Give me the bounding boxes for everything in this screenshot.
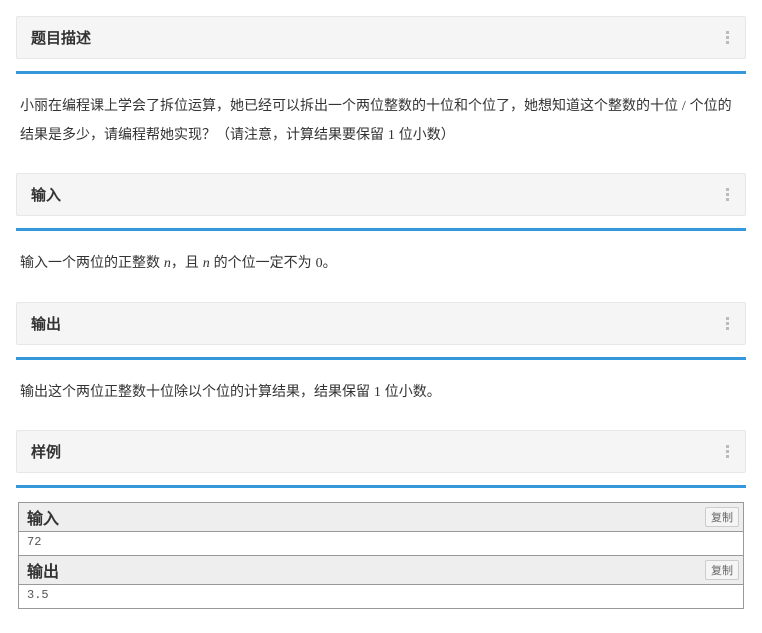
- panel-header-example: 样例: [16, 430, 746, 473]
- text: 位小数。: [381, 383, 441, 399]
- example-output-label: 输出: [27, 558, 59, 582]
- example-block: 输入 复制 72 输出 复制 3.5: [18, 502, 744, 609]
- description-body: 小丽在编程课上学会了拆位运算，她已经可以拆出一个两位整数的十位和个位了，她想知道…: [16, 88, 746, 167]
- panel-description: 题目描述 小丽在编程课上学会了拆位运算，她已经可以拆出一个两位整数的十位和个位了…: [16, 16, 746, 167]
- panel-output: 输出 输出这个两位正整数十位除以个位的计算结果，结果保留 1 位小数。: [16, 302, 746, 425]
- more-icon[interactable]: [724, 29, 731, 46]
- more-icon[interactable]: [724, 315, 731, 332]
- section-title-example: 样例: [31, 441, 61, 462]
- example-input-label: 输入: [27, 505, 59, 529]
- example-output-header: 输出 复制: [19, 555, 743, 585]
- text: 位小数）: [395, 126, 455, 142]
- section-title-description: 题目描述: [31, 27, 91, 48]
- more-icon[interactable]: [724, 186, 731, 203]
- copy-button[interactable]: 复制: [705, 507, 739, 527]
- output-body: 输出这个两位正整数十位除以个位的计算结果，结果保留 1 位小数。: [16, 374, 746, 425]
- divider: [16, 228, 746, 231]
- math-zero: 0: [316, 256, 323, 271]
- input-body: 输入一个两位的正整数 n，且 n 的个位一定不为 0。: [16, 245, 746, 296]
- section-title-input: 输入: [31, 184, 61, 205]
- copy-button[interactable]: 复制: [705, 560, 739, 580]
- panel-header-description: 题目描述: [16, 16, 746, 59]
- text: 的个位一定不为: [210, 254, 316, 270]
- divider: [16, 357, 746, 360]
- more-icon[interactable]: [724, 443, 731, 460]
- math-one: 1: [374, 385, 381, 400]
- text: 小丽在编程课上学会了拆位运算，她已经可以拆出一个两位整数的十位和个位了，她想知道…: [20, 97, 682, 113]
- example-input-value: 72: [19, 532, 743, 555]
- text: 。: [323, 254, 337, 270]
- example-input-header: 输入 复制: [19, 503, 743, 532]
- text: ，且: [171, 254, 203, 270]
- divider: [16, 71, 746, 74]
- panel-header-output: 输出: [16, 302, 746, 345]
- text: 输出这个两位正整数十位除以个位的计算结果，结果保留: [20, 383, 374, 399]
- math-n: n: [203, 256, 210, 271]
- divider: [16, 485, 746, 488]
- section-title-output: 输出: [31, 313, 61, 334]
- text: 输入一个两位的正整数: [20, 254, 164, 270]
- panel-example: 样例 输入 复制 72 输出 复制 3.5: [16, 430, 746, 609]
- example-output-value: 3.5: [19, 585, 743, 608]
- math-one: 1: [388, 128, 395, 143]
- math-n: n: [164, 256, 171, 271]
- panel-input: 输入 输入一个两位的正整数 n，且 n 的个位一定不为 0。: [16, 173, 746, 296]
- panel-header-input: 输入: [16, 173, 746, 216]
